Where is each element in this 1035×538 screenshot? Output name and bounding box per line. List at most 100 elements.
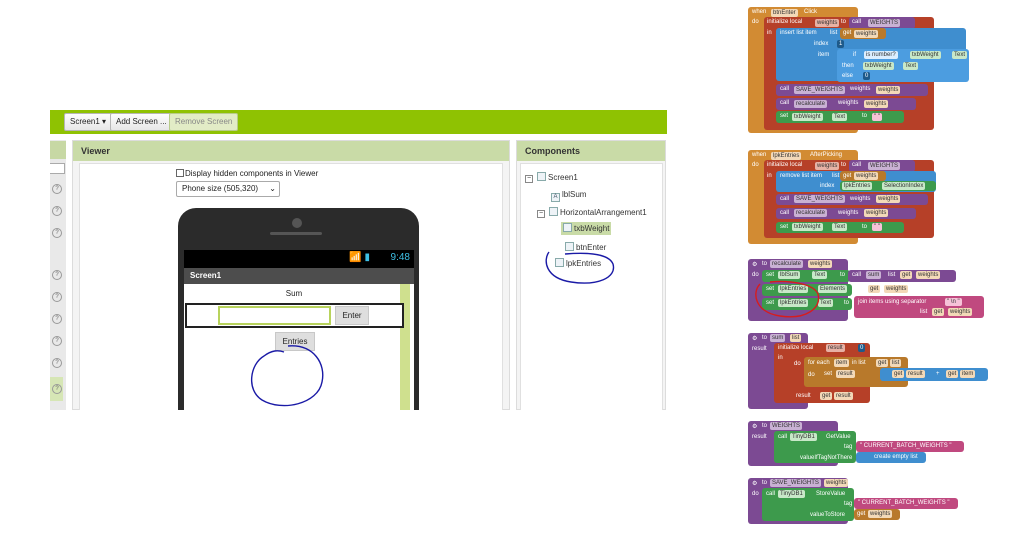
horizontal-arrangement[interactable]: Enter [185, 303, 404, 328]
enter-button[interactable]: Enter [335, 306, 369, 325]
remove-screen-button[interactable]: Remove Screen [169, 113, 239, 131]
text-field[interactable]: " " [872, 113, 882, 121]
block-text: AfterPicking [810, 152, 843, 158]
block-text: valueToStore [810, 512, 846, 518]
text-value[interactable]: " CURRENT_BATCH_WEIGHTS " [858, 500, 950, 506]
tree-item-lblsum[interactable]: AlblSum [551, 190, 586, 202]
gear-icon[interactable]: ⚙ [752, 335, 757, 342]
help-icon[interactable]: ? [52, 270, 62, 280]
proc-name[interactable]: WEIGHTS [770, 422, 802, 430]
block-text: weights [838, 210, 859, 216]
gear-icon[interactable]: ⚙ [752, 480, 757, 487]
display-hidden-checkbox[interactable]: Display hidden components in Viewer [176, 169, 318, 178]
get-block[interactable]: get [876, 359, 889, 367]
weight-textbox[interactable] [218, 306, 331, 325]
get-block[interactable]: get [820, 392, 833, 400]
collapse-icon[interactable]: − [525, 175, 533, 183]
component-dropdown[interactable]: txbWeight [792, 113, 823, 121]
var-dropdown[interactable]: weights [876, 195, 901, 203]
proc-dropdown[interactable]: sum [866, 271, 882, 279]
property-dropdown[interactable]: SelectionIndex [882, 182, 926, 190]
tree-item-txbweight[interactable]: txbWeight [561, 222, 612, 235]
var-dropdown[interactable]: result [834, 392, 853, 400]
proc-dropdown[interactable]: SAVE_WEIGHTS [794, 195, 845, 203]
component-dropdown[interactable]: txbWeight [792, 223, 823, 231]
screen-icon [537, 172, 546, 181]
get-block[interactable]: get [932, 308, 945, 316]
checkbox-icon[interactable] [176, 169, 184, 177]
property-dropdown[interactable]: Text [832, 223, 848, 231]
var-name[interactable]: weights [815, 19, 840, 27]
var-name[interactable]: result [826, 344, 845, 352]
component-dropdown[interactable]: lpkEntries [842, 182, 873, 190]
number-field[interactable]: 0 [858, 344, 866, 352]
proc-dropdown[interactable]: recalculate [794, 209, 828, 217]
var-name[interactable]: weights [815, 162, 840, 170]
component-dropdown[interactable]: btnEnter [771, 9, 798, 17]
help-icon[interactable]: ? [52, 184, 62, 194]
help-icon[interactable]: ? [52, 336, 62, 346]
block-text: tag [844, 444, 853, 450]
param-name[interactable]: list [790, 334, 802, 342]
block-text: call [778, 434, 788, 440]
math-block[interactable]: is number? [864, 51, 898, 59]
var-dropdown[interactable]: result [906, 370, 925, 378]
text-field[interactable]: " " [872, 223, 882, 231]
var-dropdown[interactable]: list [890, 359, 902, 367]
component-dropdown[interactable]: TinyDB1 [790, 433, 817, 441]
get-block[interactable]: get [868, 285, 881, 293]
component-dropdown[interactable]: txbWeight [910, 51, 941, 59]
help-icon[interactable]: ? [52, 206, 62, 216]
proc-dropdown[interactable]: SAVE_WEIGHTS [794, 86, 845, 94]
block-text: item [818, 52, 830, 58]
text-field[interactable]: " \n " [945, 298, 962, 306]
help-icon[interactable]: ? [52, 358, 62, 368]
collapse-icon[interactable]: − [537, 210, 545, 218]
proc-name[interactable]: recalculate [770, 260, 804, 268]
component-dropdown[interactable]: txbWeight [863, 62, 894, 70]
property-dropdown[interactable]: Text [903, 62, 919, 70]
screen-select[interactable]: Screen1 ▾ [64, 113, 113, 131]
proc-name[interactable]: sum [770, 334, 786, 342]
var-name[interactable]: item [834, 359, 850, 367]
get-block[interactable]: get [900, 271, 913, 279]
var-dropdown[interactable]: result [836, 370, 855, 378]
proc-name[interactable]: SAVE_WEIGHTS [770, 479, 821, 487]
param-name[interactable]: weights [824, 479, 849, 487]
var-dropdown[interactable]: weights [868, 510, 893, 518]
add-screen-button[interactable]: Add Screen ... [110, 113, 173, 131]
number-field[interactable]: 0 [863, 72, 871, 80]
tree-item-horizontalarrangement1[interactable]: − HorizontalArrangement1 [537, 207, 647, 218]
phone-size-select[interactable]: Phone size (505,320) ⌄ [176, 181, 280, 197]
proc-dropdown[interactable]: WEIGHTS [868, 162, 900, 170]
palette-search-input[interactable] [50, 163, 65, 174]
var-dropdown[interactable]: weights [916, 271, 941, 279]
help-icon[interactable]: ? [52, 314, 62, 324]
gear-icon[interactable]: ⚙ [752, 423, 757, 430]
help-icon[interactable]: ? [52, 228, 62, 238]
property-dropdown[interactable]: Text [832, 113, 848, 121]
get-block[interactable]: get [892, 370, 905, 378]
var-dropdown[interactable]: weights [864, 209, 889, 217]
component-dropdown[interactable]: lpkEntries [771, 152, 802, 160]
var-dropdown[interactable]: weights [948, 308, 973, 316]
param-name[interactable]: weights [808, 260, 833, 268]
var-dropdown[interactable]: weights [876, 86, 901, 94]
help-icon[interactable]: ? [52, 384, 62, 394]
proc-dropdown[interactable]: WEIGHTS [868, 19, 900, 27]
get-block[interactable]: get [946, 370, 959, 378]
text-value[interactable]: " CURRENT_BATCH_WEIGHTS " [860, 443, 952, 449]
label-sum[interactable]: Sum [184, 289, 404, 298]
number-field[interactable]: 1 [837, 40, 845, 48]
var-dropdown[interactable]: weights [854, 172, 879, 180]
gear-icon[interactable]: ⚙ [752, 261, 757, 268]
property-dropdown[interactable]: Text [952, 51, 968, 59]
proc-dropdown[interactable]: recalculate [794, 100, 828, 108]
var-dropdown[interactable]: weights [864, 100, 889, 108]
var-dropdown[interactable]: weights [884, 285, 909, 293]
help-icon[interactable]: ? [52, 292, 62, 302]
tree-item-screen1[interactable]: − Screen1 [525, 172, 578, 183]
component-dropdown[interactable]: TinyDB1 [778, 490, 805, 498]
var-dropdown[interactable]: weights [854, 30, 879, 38]
var-dropdown[interactable]: item [960, 370, 976, 378]
